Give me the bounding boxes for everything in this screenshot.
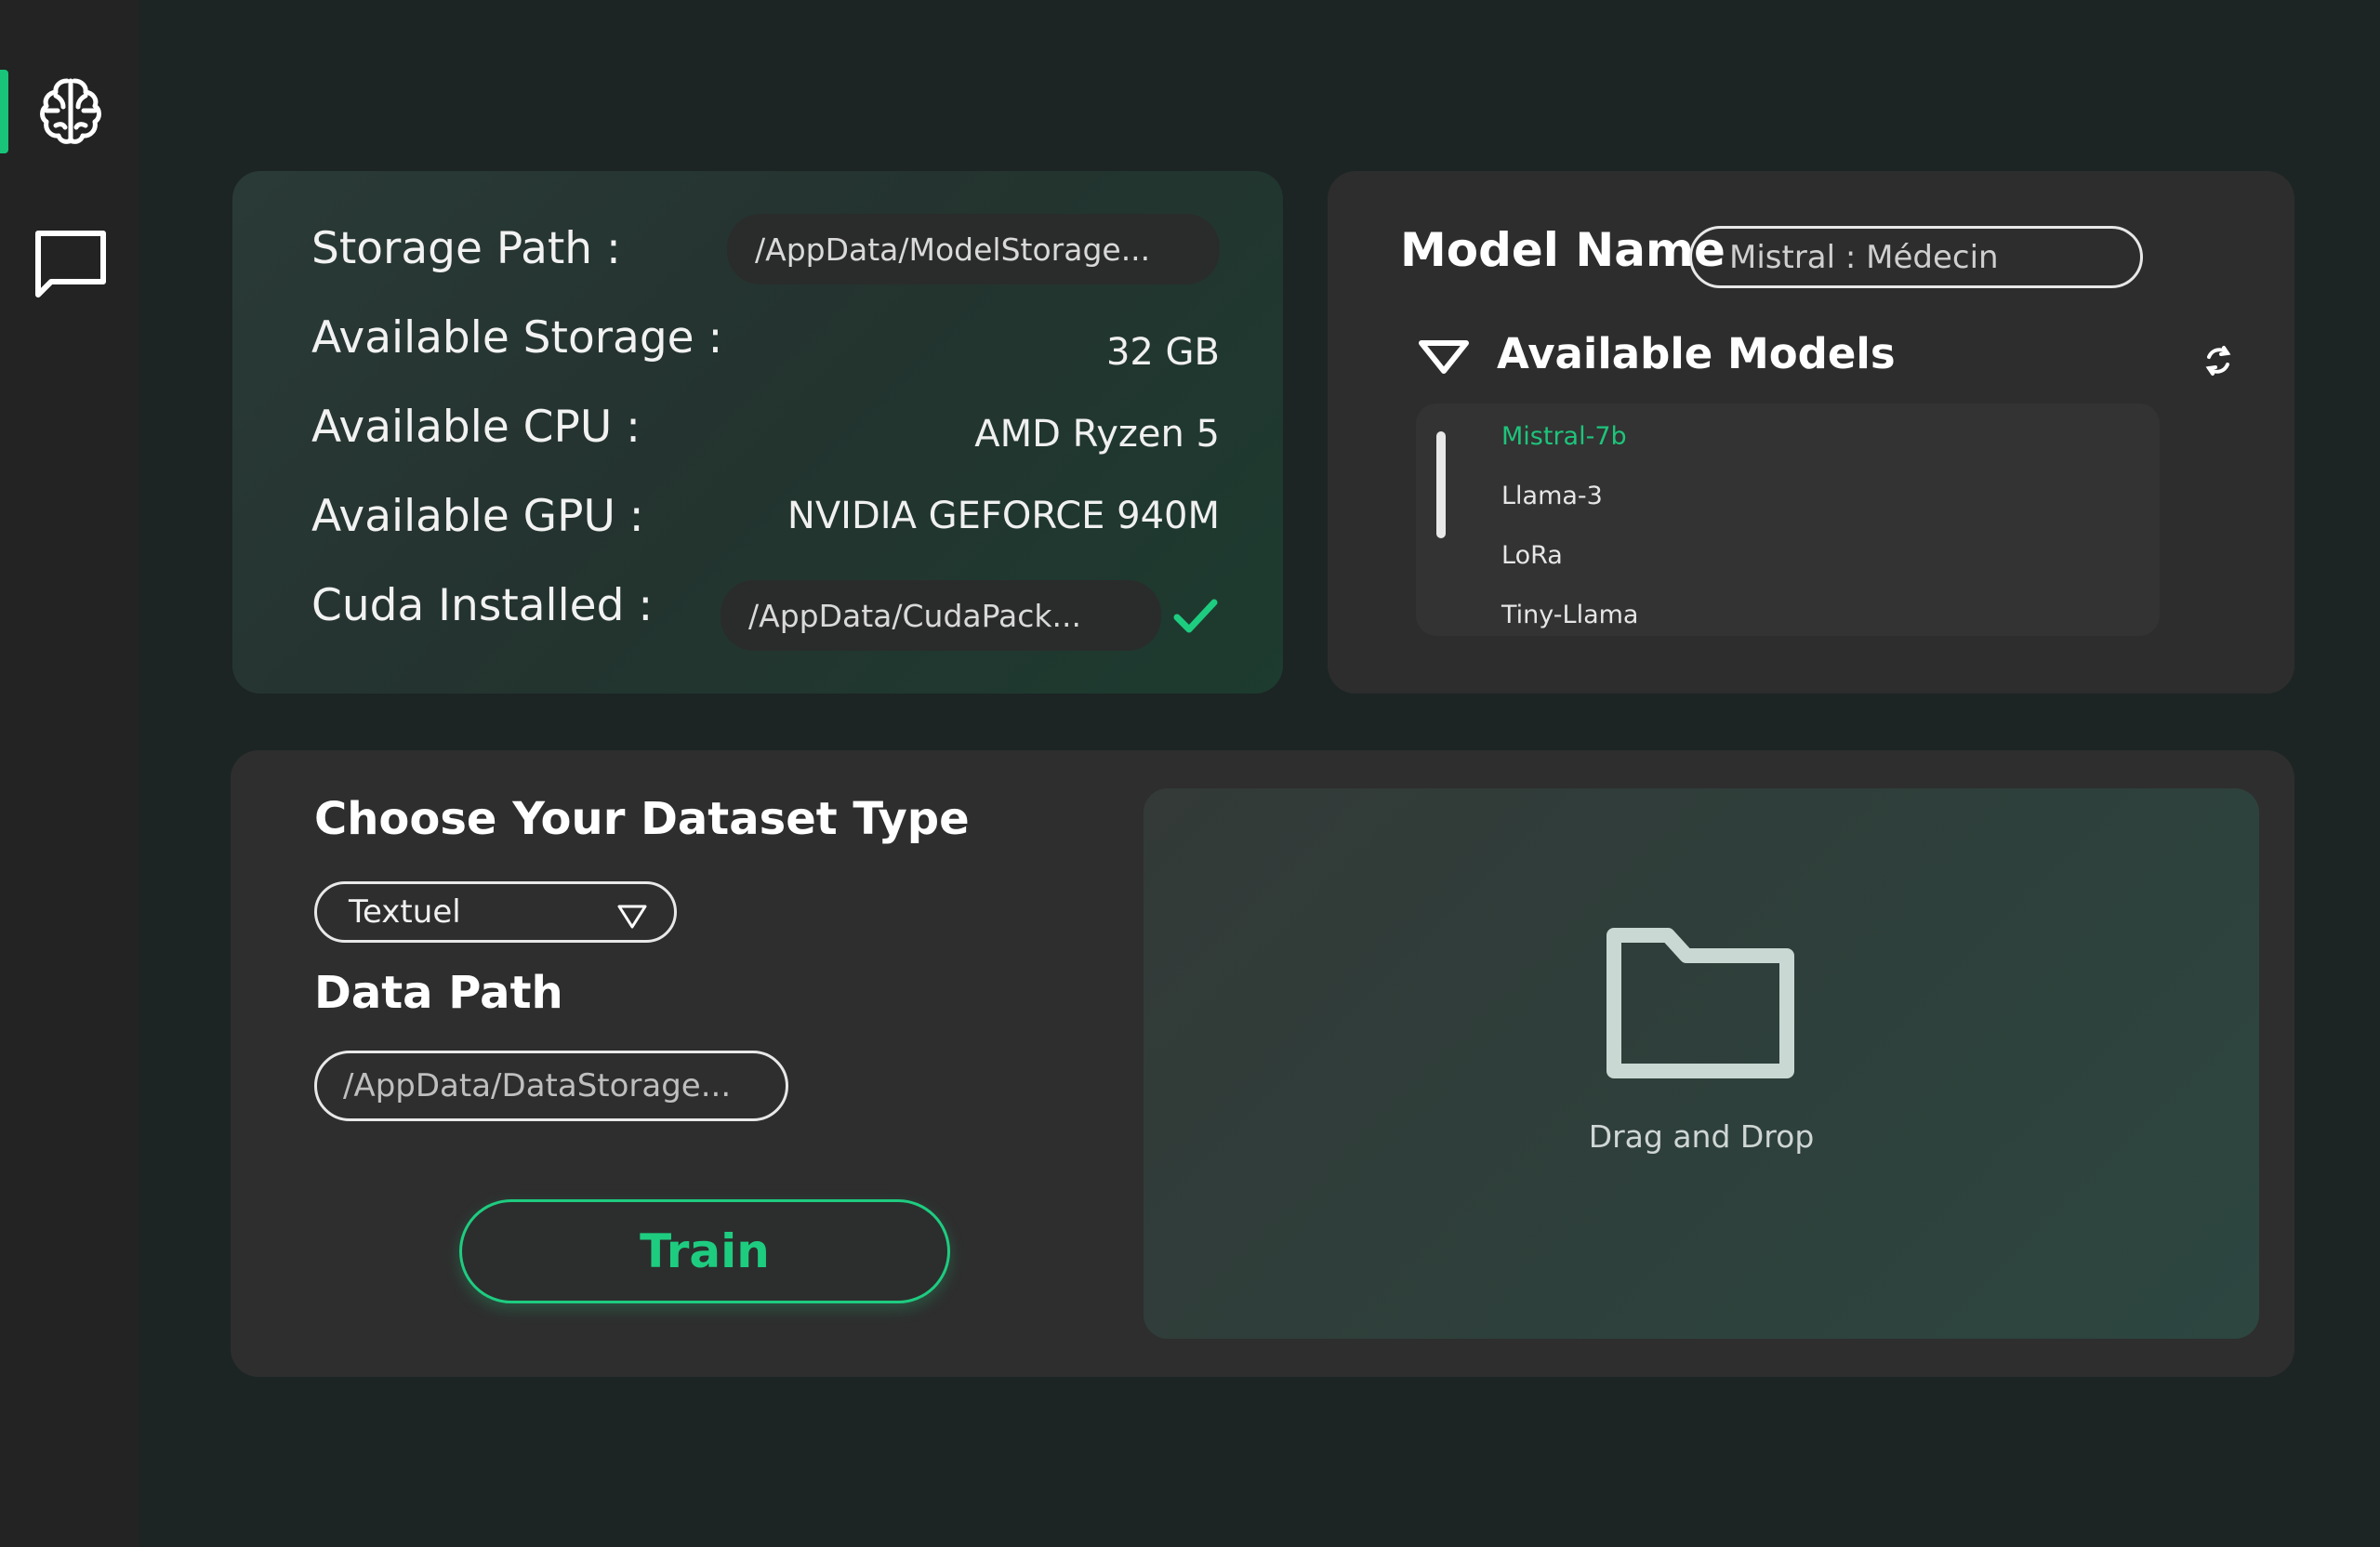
cuda-path-value: /AppData/CudaPack... bbox=[748, 597, 1081, 634]
drag-drop-zone[interactable]: Drag and Drop bbox=[1144, 788, 2259, 1339]
dataset-type-value: Textuel bbox=[349, 893, 461, 931]
storage-path-field[interactable]: /AppData/ModelStorage... bbox=[727, 214, 1220, 284]
data-path-placeholder: /AppData/DataStorage... bbox=[343, 1067, 732, 1104]
available-gpu-label: Available GPU : bbox=[311, 491, 644, 542]
storage-path-value: /AppData/ModelStorage... bbox=[755, 231, 1151, 268]
model-name-input[interactable]: Mistral : Médecin bbox=[1689, 226, 2143, 288]
available-cpu-value: AMD Ryzen 5 bbox=[974, 413, 1220, 456]
cuda-path-field[interactable]: /AppData/CudaPack... bbox=[721, 580, 1161, 651]
available-models-list: Mistral-7b Llama-3 LoRa Tiny-Llama bbox=[1416, 403, 2160, 636]
dataset-type-title: Choose Your Dataset Type bbox=[314, 793, 970, 845]
model-name-label: Model Name bbox=[1400, 223, 1726, 277]
drag-drop-label: Drag and Drop bbox=[1588, 1118, 1815, 1155]
available-cpu-label: Available CPU : bbox=[311, 402, 641, 453]
cuda-installed-label: Cuda Installed : bbox=[311, 580, 654, 631]
available-storage-label: Available Storage : bbox=[311, 312, 723, 364]
model-item-llama-3[interactable]: Llama-3 bbox=[1501, 482, 1603, 510]
check-icon bbox=[1171, 591, 1220, 643]
active-indicator bbox=[0, 70, 8, 153]
model-name-value: Mistral : Médecin bbox=[1729, 238, 1999, 276]
data-path-title: Data Path bbox=[314, 967, 563, 1019]
system-info-panel: Storage Path : /AppData/ModelStorage... … bbox=[232, 171, 1283, 694]
available-gpu-value: NVIDIA GEFORCE 940M bbox=[787, 495, 1220, 537]
models-scrollbar[interactable] bbox=[1436, 431, 1446, 538]
model-item-tiny-llama[interactable]: Tiny-Llama bbox=[1501, 601, 1638, 629]
model-panel: Model Name Mistral : Médecin Available M… bbox=[1328, 171, 2294, 694]
available-storage-value: 32 GB bbox=[1105, 331, 1220, 374]
folder-icon bbox=[1605, 922, 1798, 1084]
refresh-icon[interactable] bbox=[2200, 342, 2237, 383]
train-button[interactable]: Train bbox=[459, 1199, 950, 1303]
data-path-input[interactable]: /AppData/DataStorage... bbox=[314, 1051, 788, 1121]
collapse-triangle-icon[interactable] bbox=[1417, 338, 1471, 379]
dataset-type-select[interactable]: Textuel bbox=[314, 881, 677, 943]
available-models-title: Available Models bbox=[1497, 329, 1896, 378]
sidebar-item-chat[interactable] bbox=[28, 223, 113, 309]
brain-icon bbox=[33, 73, 108, 152]
sidebar bbox=[0, 0, 139, 1547]
chevron-down-icon bbox=[616, 901, 648, 938]
storage-path-label: Storage Path : bbox=[311, 223, 621, 274]
model-item-lora[interactable]: LoRa bbox=[1501, 541, 1563, 570]
model-item-mistral-7b[interactable]: Mistral-7b bbox=[1501, 422, 1627, 451]
train-button-label: Train bbox=[640, 1224, 770, 1278]
chat-icon bbox=[33, 226, 109, 306]
sidebar-item-training[interactable] bbox=[28, 70, 113, 155]
